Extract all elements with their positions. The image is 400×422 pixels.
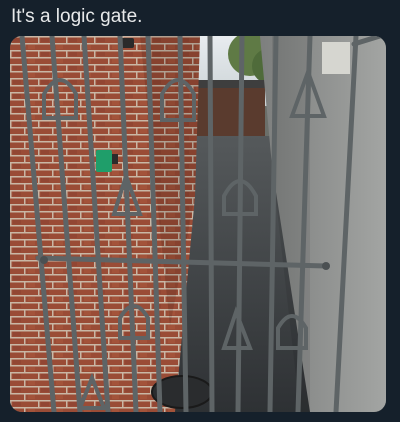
green-switch xyxy=(96,150,112,172)
tweet-photo[interactable] xyxy=(10,36,386,412)
shed xyxy=(195,86,265,136)
tweet-text: It's a logic gate. xyxy=(11,6,143,27)
gate-photo-illustration xyxy=(10,36,386,412)
junction-box xyxy=(322,42,350,74)
tweet: It's a logic gate. xyxy=(0,0,400,422)
